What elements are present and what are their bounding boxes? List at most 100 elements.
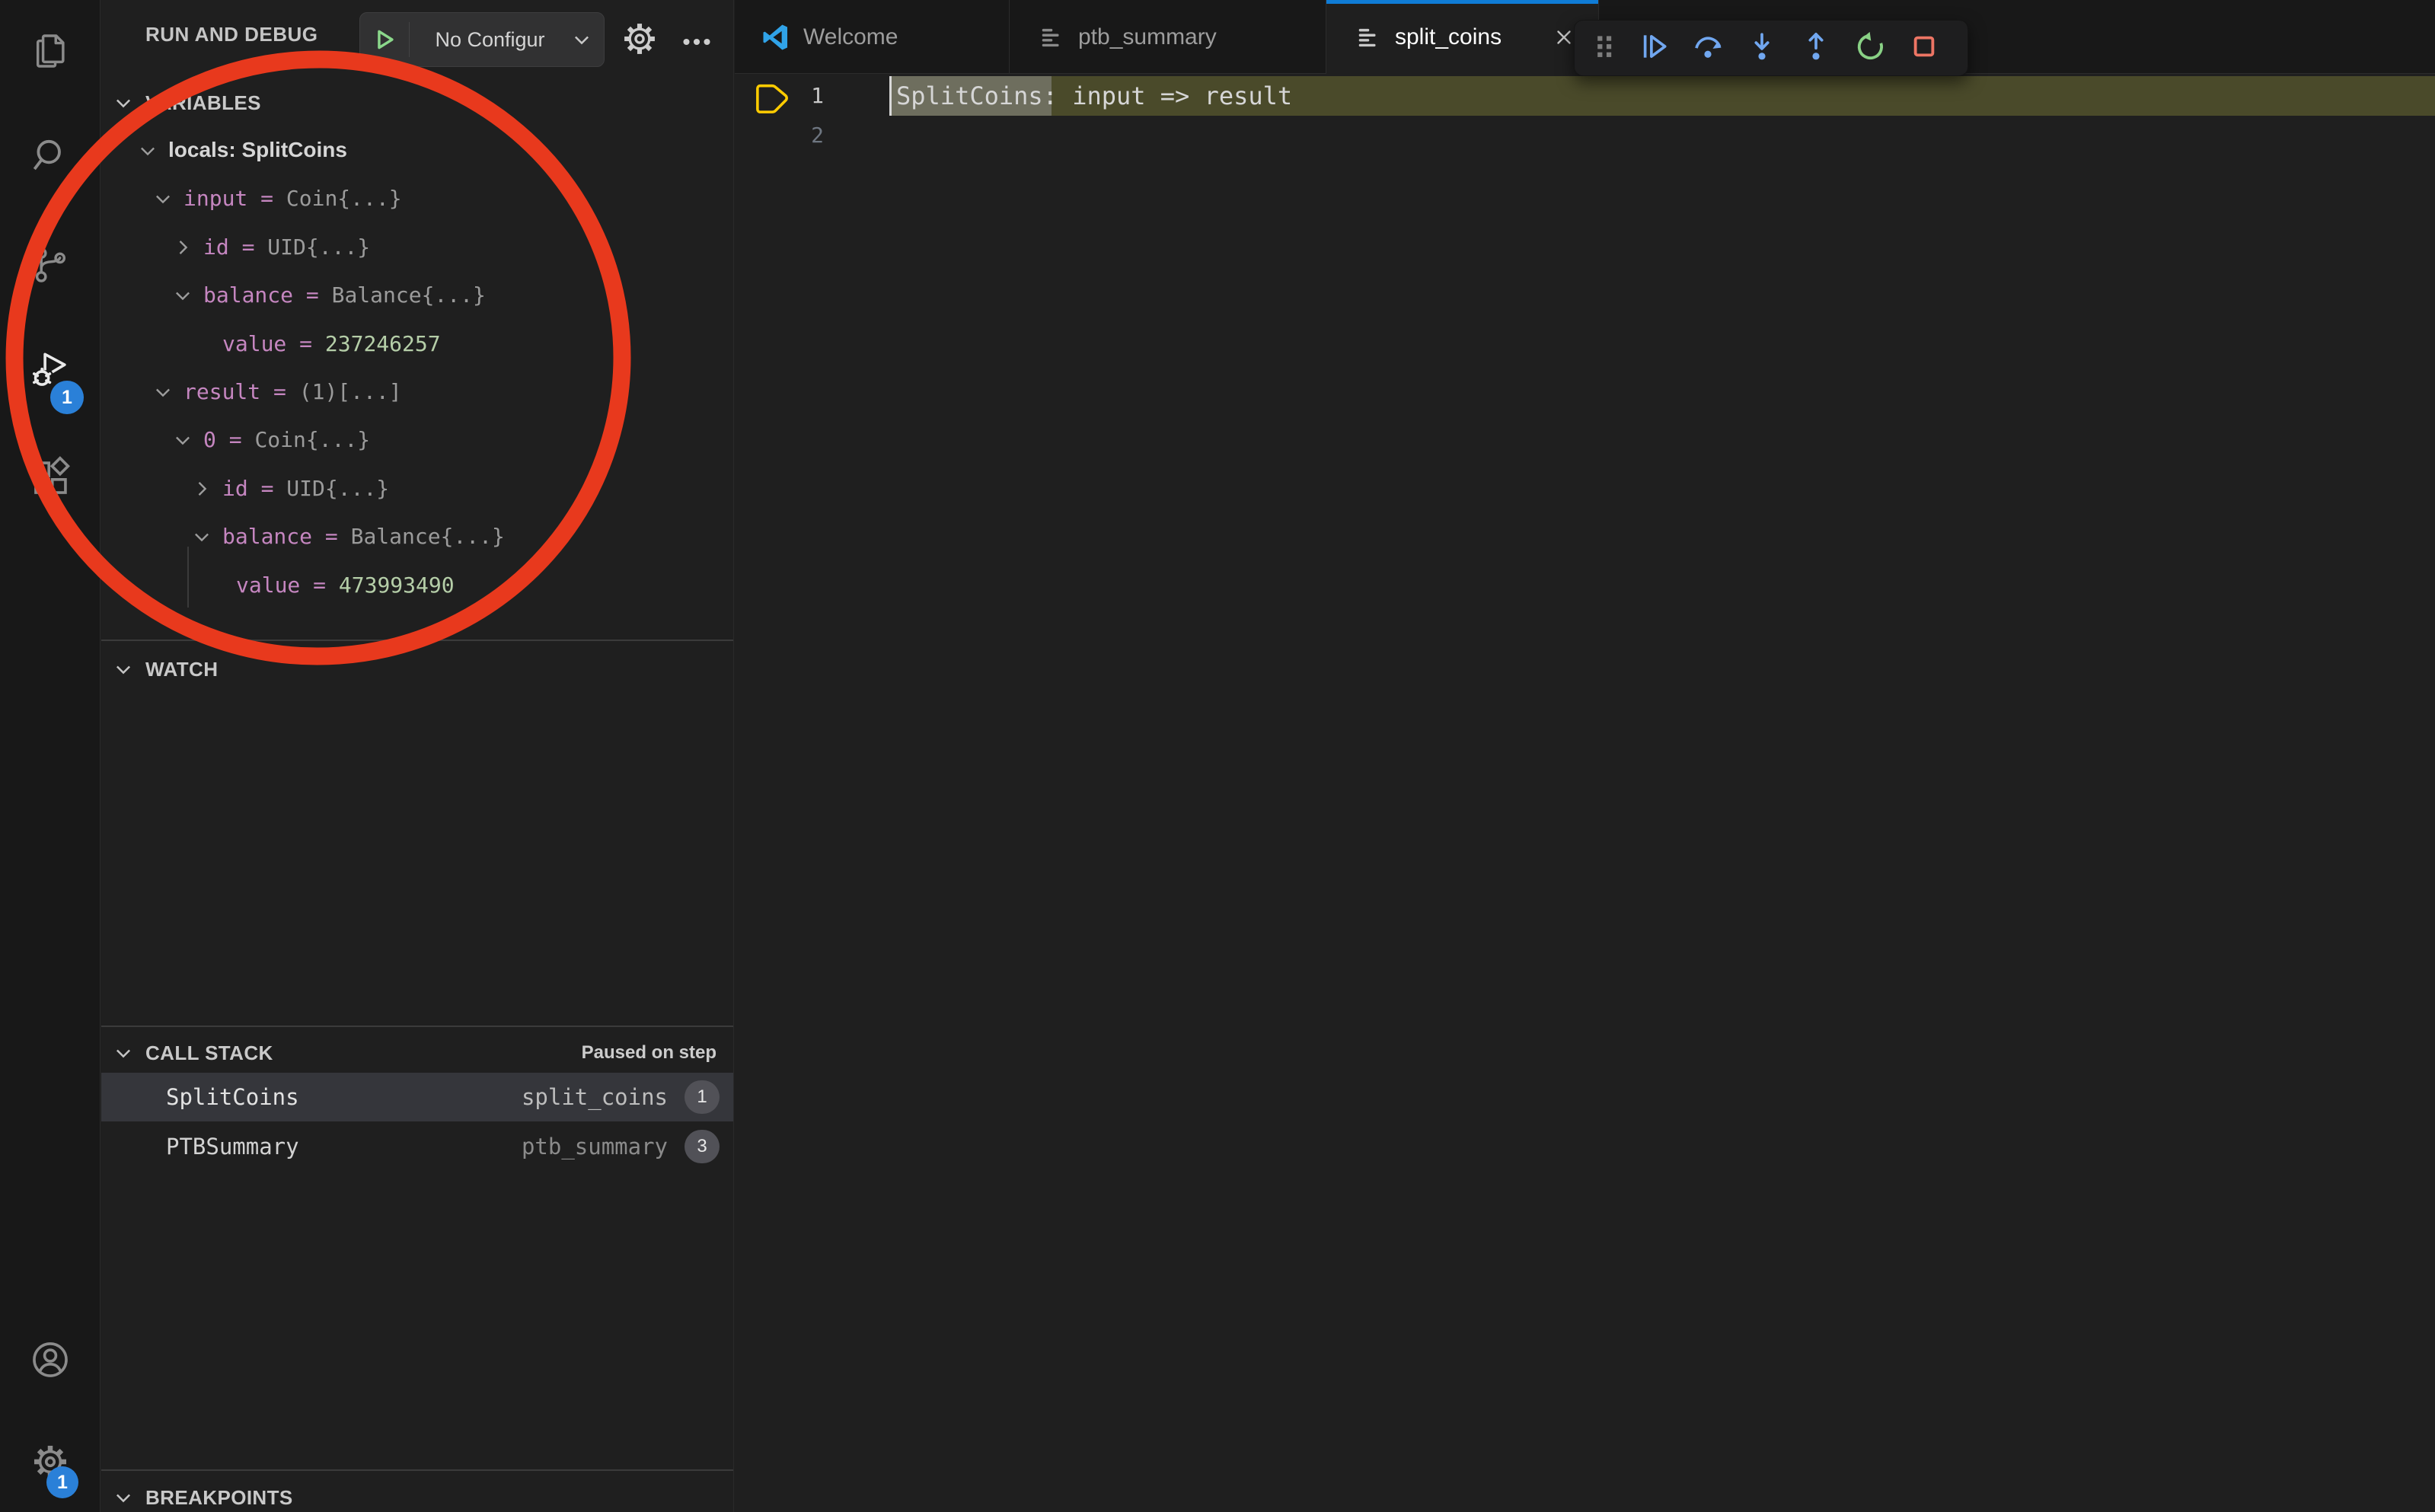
variable-row[interactable]: input = Coin{...} [101,175,733,223]
badge: 1 [50,381,84,414]
chevron-down-icon [171,284,194,307]
drag-handle-button[interactable] [1582,24,1626,72]
trace-file-icon [1037,24,1064,51]
variable-name: input [184,186,247,211]
close-icon[interactable] [1542,26,1575,49]
breakpoints-header-label: BREAKPOINTS [145,1486,293,1510]
frame-line-badge: 3 [685,1130,720,1163]
trace-file-icon [1354,24,1381,51]
variable-value: Balance{...} [332,282,486,308]
watch-section-header[interactable]: WATCH [101,646,733,693]
call-stack-frame[interactable]: SplitCoinssplit_coins1 [101,1073,733,1121]
variable-name: balance [222,524,312,549]
chevron-down-icon [171,429,194,451]
variable-value: Coin{...} [254,427,370,452]
variable-row[interactable]: balance = Balance{...} [101,513,733,561]
code-rest: : input => result [1043,81,1293,110]
vscode-logo-icon [762,24,790,51]
search-activity-item[interactable] [0,115,100,200]
configuration-label: No Configur [410,28,570,52]
settings-gear-activity-item[interactable] [0,1421,100,1506]
scope-label: locals: SplitCoins [168,138,347,162]
explorer-activity-item[interactable] [0,9,100,94]
variable-name: id [203,234,229,260]
variable-value: Coin{...} [286,186,402,211]
chevron-down-icon [112,1486,135,1509]
badge: 1 [46,1466,78,1498]
accounts-activity-item[interactable] [0,1319,100,1404]
play-icon[interactable] [360,27,409,53]
code-line-1[interactable]: SplitCoins: input => result [896,76,1292,116]
vscode-window: 11 RUN AND DEBUG No Configur [0,0,2435,1512]
chevron-down-icon [112,658,135,681]
tab-split_coins[interactable]: split_coins [1326,0,1599,75]
code-token: SplitCoins [896,81,1043,110]
chevron-down-icon [136,139,159,162]
variable-row[interactable]: value = 237246257 [101,321,733,368]
variable-value: UID{...} [286,476,389,501]
variable-name: balance [203,282,293,308]
step-out-icon [1799,30,1833,67]
text-cursor [889,76,892,116]
extensions-icon [28,456,72,504]
call-stack-section-header[interactable]: CALL STACK Paused on step [101,1029,733,1077]
variable-value: 237246257 [325,331,441,356]
variable-name: id [222,476,248,501]
step-into-button[interactable] [1734,24,1789,72]
chevron-down-icon [152,187,174,210]
chevron-down-icon [190,525,213,548]
stop-button[interactable] [1897,24,1951,72]
call-stack-frame[interactable]: PTBSummaryptb_summary3 [101,1122,733,1171]
continue-icon [1637,30,1671,67]
variable-name: value [236,573,300,598]
variable-row[interactable]: id = UID{...} [101,465,733,513]
variable-value: (1)[...] [299,379,402,404]
variable-row[interactable]: 0 = Coin{...} [101,416,733,464]
source-control-activity-item[interactable] [0,224,100,309]
step-into-icon [1745,30,1779,67]
editor-group[interactable]: Welcomeptb_summary split_coins 1 2 SplitC… [735,0,2435,1512]
ellipsis-icon[interactable] [676,21,717,66]
tab-label: split_coins [1395,24,1502,50]
breakpoints-section-header[interactable]: BREAKPOINTS [101,1474,733,1512]
section-divider [101,1026,733,1027]
accounts-icon [28,1338,72,1386]
line-number: 1 [735,76,824,116]
restart-icon [1853,30,1887,67]
debug-configuration-dropdown[interactable]: No Configur [359,12,605,67]
run-and-debug-activity-item[interactable] [0,329,100,414]
scope-row[interactable]: locals: SplitCoins [101,127,733,175]
chevron-down-icon [152,381,174,404]
step-over-button[interactable] [1680,24,1734,72]
continue-button[interactable] [1626,24,1680,72]
variable-row[interactable]: value = 473993490 [101,562,733,610]
variables-section-header[interactable]: VARIABLES [101,79,733,126]
restart-button[interactable] [1843,24,1897,72]
call-stack-header-label: CALL STACK [145,1041,273,1065]
paused-status-badge: Paused on step [582,1042,716,1064]
sidebar-title: RUN AND DEBUG [145,23,318,46]
variable-row[interactable]: result = (1)[...] [101,368,733,416]
source-control-icon [28,243,72,291]
activity-bar: 11 [0,0,101,1512]
variable-row[interactable]: balance = Balance{...} [101,272,733,320]
watch-header-label: WATCH [145,658,218,681]
tab-ptb_summary[interactable]: ptb_summary [1010,0,1326,74]
extensions-activity-item[interactable] [0,437,100,522]
variable-value: UID{...} [267,234,370,260]
chevron-down-icon [112,1041,135,1064]
variables-header-label: VARIABLES [145,91,261,115]
line-number: 2 [735,116,824,155]
stop-icon [1907,30,1941,67]
chevron-right-icon [171,236,194,259]
section-divider [101,1469,733,1471]
chevron-down-icon [112,91,135,114]
frame-source: split_coins [522,1084,668,1110]
tab-welcome[interactable]: Welcome [735,0,1010,74]
variable-value: Balance{...} [351,524,505,549]
drag-handle-icon [1588,30,1621,67]
variable-name: result [184,379,260,404]
gear-icon[interactable] [619,18,660,63]
step-out-button[interactable] [1789,24,1843,72]
variable-row[interactable]: id = UID{...} [101,224,733,272]
